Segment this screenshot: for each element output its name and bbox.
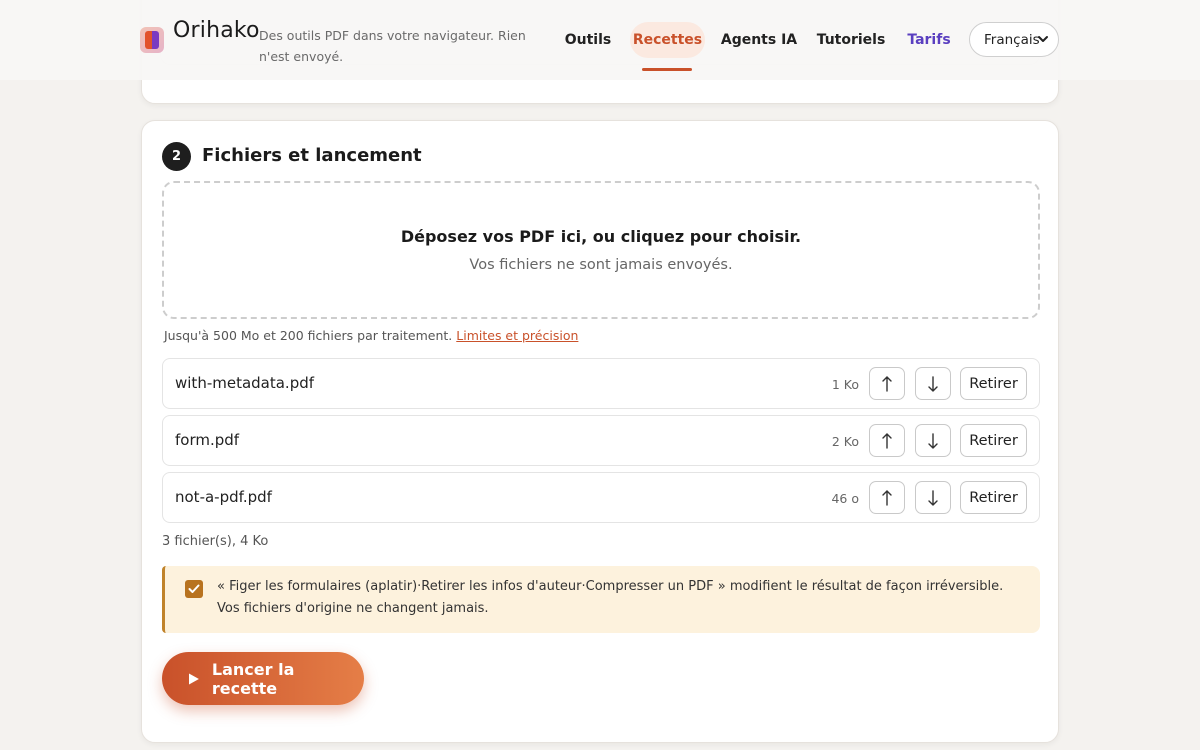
file-row: not-a-pdf.pdf 46 o Retirer: [162, 472, 1040, 523]
limits-note: Jusqu'à 500 Mo et 200 fichiers par trait…: [164, 328, 578, 343]
chevron-down-icon: [1038, 36, 1048, 42]
logo-icon[interactable]: [140, 27, 164, 53]
move-down-button[interactable]: [915, 481, 951, 514]
nav-tarifs[interactable]: Tarifs: [902, 22, 956, 58]
notice-text: « Figer les formulaires (aplatir)·Retire…: [217, 579, 1004, 616]
arrow-up-icon: [882, 375, 892, 392]
play-icon: [188, 673, 199, 684]
limits-text: Jusqu'à 500 Mo et 200 fichiers par trait…: [164, 328, 453, 343]
file-dropzone[interactable]: Déposez vos PDF ici, ou cliquez pour cho…: [162, 181, 1040, 319]
file-name: not-a-pdf.pdf: [175, 488, 272, 506]
language-value: Français: [984, 31, 1040, 48]
site-header: Orihako Des outils PDF dans votre naviga…: [0, 0, 1200, 80]
arrow-down-icon: [928, 489, 938, 506]
irreversible-notice: « Figer les formulaires (aplatir)·Retire…: [162, 566, 1040, 633]
remove-file-button[interactable]: Retirer: [960, 481, 1027, 514]
limits-link[interactable]: Limites et précision: [456, 328, 578, 343]
move-down-button[interactable]: [915, 424, 951, 457]
dropzone-main-text: Déposez vos PDF ici, ou cliquez pour cho…: [400, 227, 802, 246]
nav-outils[interactable]: Outils: [560, 22, 616, 58]
file-size: 2 Ko: [831, 434, 859, 449]
files-and-launch-card: 2 Fichiers et lancement Déposez vos PDF …: [141, 120, 1059, 743]
remove-file-button[interactable]: Retirer: [960, 367, 1027, 400]
move-down-button[interactable]: [915, 367, 951, 400]
run-recipe-button[interactable]: Lancer la recette: [162, 652, 364, 705]
file-size: 1 Ko: [831, 377, 859, 392]
section-title: Fichiers et lancement: [202, 145, 422, 166]
arrow-up-icon: [882, 489, 892, 506]
move-up-button[interactable]: [869, 367, 905, 400]
file-name: with-metadata.pdf: [175, 374, 315, 392]
file-row: with-metadata.pdf 1 Ko Retirer: [162, 358, 1040, 409]
nav-active-indicator: [642, 68, 692, 71]
move-up-button[interactable]: [869, 481, 905, 514]
move-up-button[interactable]: [869, 424, 905, 457]
arrow-up-icon: [882, 432, 892, 449]
nav-tutoriels[interactable]: Tutoriels: [814, 22, 888, 58]
files-summary: 3 fichier(s), 4 Ko: [162, 534, 269, 549]
nav-recettes[interactable]: Recettes: [630, 22, 705, 58]
file-row: form.pdf 2 Ko Retirer: [162, 415, 1040, 466]
dropzone-sub-text: Vos fichiers ne sont jamais envoyés.: [469, 257, 733, 273]
step-number-badge: 2: [162, 142, 191, 171]
file-size: 46 o: [831, 491, 859, 506]
arrow-down-icon: [928, 375, 938, 392]
nav-agents-ia[interactable]: Agents IA: [718, 22, 800, 58]
file-name: form.pdf: [175, 431, 240, 449]
remove-file-button[interactable]: Retirer: [960, 424, 1027, 457]
arrow-down-icon: [928, 432, 938, 449]
checkmark-icon: [188, 584, 200, 593]
tagline: Des outils PDF dans votre navigateur. Ri…: [259, 28, 526, 64]
brand-name[interactable]: Orihako: [173, 18, 260, 43]
language-select[interactable]: Français: [969, 22, 1059, 57]
acknowledge-checkbox[interactable]: [185, 580, 203, 598]
run-recipe-label: Lancer la recette: [211, 659, 295, 698]
